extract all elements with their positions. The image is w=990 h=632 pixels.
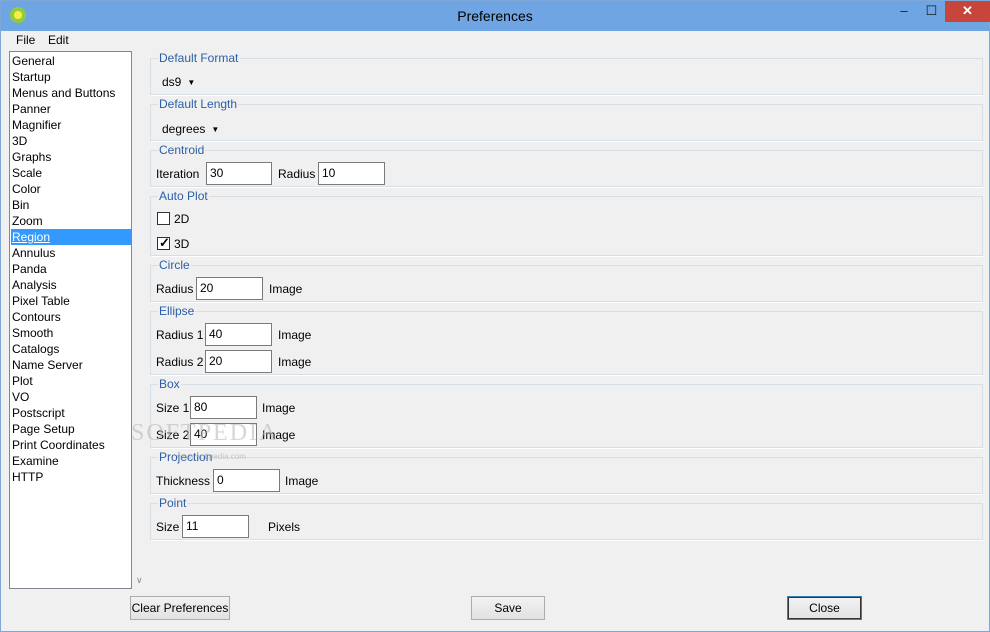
menu-bar: File Edit (2, 31, 989, 49)
minimize-button[interactable]: – (890, 1, 918, 22)
auto-plot-2d-checkbox[interactable] (157, 212, 170, 225)
sidebar-item-panner[interactable]: Panner (11, 101, 131, 117)
watermark: SOFTPEDIA (131, 420, 279, 446)
sidebar-item-zoom[interactable]: Zoom (11, 213, 131, 229)
sidebar-item-plot[interactable]: Plot (11, 373, 131, 389)
thickness-label: Thickness (156, 474, 211, 488)
projection-group: Projection Thickness 0 Image (150, 449, 983, 495)
category-list[interactable]: General Startup Menus and Buttons Panner… (9, 51, 132, 589)
default-length-group: Default Length degrees ▼ (150, 96, 983, 142)
menu-edit[interactable]: Edit (48, 33, 69, 47)
ellipse-radius1-unit: Image (278, 328, 312, 342)
default-length-dropdown[interactable]: degrees ▼ (162, 121, 219, 138)
group-title: Circle (158, 257, 191, 273)
centroid-group: Centroid Iteration 30 Radius 10 (150, 142, 983, 188)
preferences-window: Preferences – ☐ ✕ File Edit General Star… (0, 0, 990, 632)
sidebar-item-color[interactable]: Color (11, 181, 131, 197)
sidebar-item-analysis[interactable]: Analysis (11, 277, 131, 293)
default-format-group: Default Format ds9 ▼ (150, 50, 983, 96)
sidebar-item-scale[interactable]: Scale (11, 165, 131, 181)
window-title: Preferences (457, 8, 533, 24)
close-button[interactable]: Close (787, 596, 862, 620)
sidebar-item-postscript[interactable]: Postscript (11, 405, 131, 421)
group-title: Auto Plot (158, 188, 209, 204)
iteration-input[interactable]: 30 (206, 162, 272, 185)
maximize-button[interactable]: ☐ (918, 1, 945, 22)
sidebar-item-examine[interactable]: Examine (11, 453, 131, 469)
sidebar-item-pixel-table[interactable]: Pixel Table (11, 293, 131, 309)
dropdown-arrow-icon: ▼ (187, 78, 196, 87)
checkmark-icon: ✓ (159, 235, 170, 250)
point-size-input[interactable]: 11 (182, 515, 249, 538)
sidebar-item-smooth[interactable]: Smooth (11, 325, 131, 341)
ellipse-radius1-label: Radius 1 (156, 328, 204, 342)
sidebar-item-contours[interactable]: Contours (11, 309, 131, 325)
sidebar-item-3d[interactable]: 3D (11, 133, 131, 149)
sidebar-item-page-setup[interactable]: Page Setup (11, 421, 131, 437)
centroid-radius-label: Radius (278, 167, 316, 181)
watermark-url: www.softpedia.com (177, 452, 246, 461)
sidebar-item-region[interactable]: Region (11, 229, 131, 245)
auto-plot-group: Auto Plot 2D ✓ 3D (150, 188, 983, 257)
centroid-radius-input[interactable]: 10 (318, 162, 385, 185)
group-title: Centroid (158, 142, 206, 158)
point-group: Point Size 11 Pixels (150, 495, 983, 541)
group-title: Box (158, 376, 181, 392)
sidebar-item-annulus[interactable]: Annulus (11, 245, 131, 261)
clear-preferences-button[interactable]: Clear Preferences (130, 596, 230, 620)
save-button[interactable]: Save (471, 596, 545, 620)
box-size1-unit: Image (262, 401, 296, 415)
sidebar-item-name-server[interactable]: Name Server (11, 357, 131, 373)
iteration-label: Iteration (156, 167, 200, 181)
window-close-button[interactable]: ✕ (945, 1, 990, 22)
sidebar-item-panda[interactable]: Panda (11, 261, 131, 277)
sidebar-item-bin[interactable]: Bin (11, 197, 131, 213)
point-size-unit: Pixels (268, 520, 301, 534)
sidebar-item-vo[interactable]: VO (11, 389, 131, 405)
auto-plot-3d-checkbox[interactable]: ✓ (157, 235, 170, 250)
circle-radius-input[interactable]: 20 (196, 277, 263, 300)
title-bar[interactable]: Preferences – ☐ ✕ (1, 1, 990, 31)
sidebar-item-menus-and-buttons[interactable]: Menus and Buttons (11, 85, 131, 101)
dropdown-value: degrees (162, 122, 206, 136)
group-title: Default Format (158, 50, 240, 66)
box-size1-input[interactable]: 80 (190, 396, 257, 419)
auto-plot-2d-label: 2D (174, 212, 190, 226)
group-title: Point (158, 495, 188, 511)
sidebar-item-catalogs[interactable]: Catalogs (11, 341, 131, 357)
ellipse-radius2-label: Radius 2 (156, 355, 204, 369)
sidebar-item-magnifier[interactable]: Magnifier (11, 117, 131, 133)
sidebar-item-general[interactable]: General (11, 53, 131, 69)
sidebar-item-graphs[interactable]: Graphs (11, 149, 131, 165)
ellipse-radius1-input[interactable]: 40 (205, 323, 272, 346)
circle-unit-label: Image (269, 282, 303, 296)
default-format-dropdown[interactable]: ds9 ▼ (162, 74, 195, 91)
sidebar-item-print-coordinates[interactable]: Print Coordinates (11, 437, 131, 453)
thickness-unit: Image (285, 474, 319, 488)
ellipse-radius2-unit: Image (278, 355, 312, 369)
sidebar-item-http[interactable]: HTTP (11, 469, 131, 485)
circle-radius-label: Radius (156, 282, 194, 296)
menu-file[interactable]: File (16, 33, 35, 47)
box-size1-label: Size 1 (156, 401, 190, 415)
ellipse-radius2-input[interactable]: 20 (205, 350, 272, 373)
sidebar-item-startup[interactable]: Startup (11, 69, 131, 85)
dropdown-value: ds9 (162, 75, 182, 89)
ellipse-group: Ellipse Radius 1 40 Image Radius 2 20 Im… (150, 303, 983, 376)
scroll-down-icon[interactable]: ∨ (136, 575, 143, 586)
point-size-label: Size (156, 520, 180, 534)
group-title: Ellipse (158, 303, 196, 319)
group-title: Default Length (158, 96, 239, 112)
dropdown-arrow-icon: ▼ (211, 125, 220, 134)
circle-group: Circle Radius 20 Image (150, 257, 983, 303)
thickness-input[interactable]: 0 (213, 469, 280, 492)
auto-plot-3d-label: 3D (174, 237, 190, 251)
